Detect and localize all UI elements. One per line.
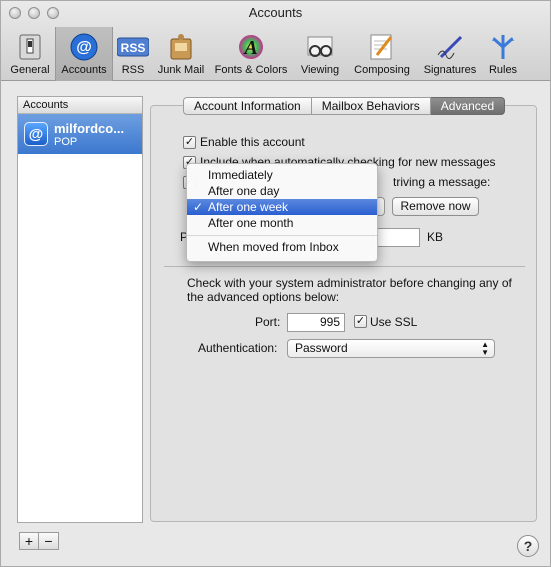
add-account-button[interactable]: + xyxy=(19,532,39,550)
rss-icon: RSS xyxy=(117,32,149,62)
toolbar-label: Viewing xyxy=(300,64,340,76)
preferences-window: Accounts General @ Accounts RSS RSS Junk… xyxy=(0,0,551,567)
title-toolbar: Accounts General @ Accounts RSS RSS Junk… xyxy=(1,1,550,81)
signature-pen-icon xyxy=(434,32,466,62)
port-label: Port: xyxy=(255,315,281,329)
svg-text:RSS: RSS xyxy=(121,41,146,55)
updown-arrows-icon: ▲ ▼ xyxy=(481,340,489,357)
use-ssl-label: Use SSL xyxy=(370,315,418,329)
authentication-value: Password xyxy=(295,341,348,355)
remove-account-button[interactable]: − xyxy=(39,532,59,550)
remove-now-button[interactable]: Remove now xyxy=(392,197,479,216)
toolbar-rss[interactable]: RSS RSS xyxy=(113,27,153,81)
svg-text:A: A xyxy=(242,37,257,59)
menu-item-after-one-month[interactable]: After one month xyxy=(187,215,377,231)
toolbar-signatures[interactable]: Signatures xyxy=(417,27,483,81)
tab-account-information[interactable]: Account Information xyxy=(183,97,312,115)
toolbar-rules[interactable]: Rules xyxy=(483,27,523,81)
toolbar-label: Junk Mail xyxy=(157,64,205,76)
size-unit-label: KB xyxy=(427,230,444,244)
menu-item-label: When moved from Inbox xyxy=(208,240,339,254)
toolbar-fonts-colors[interactable]: A Fonts & Colors xyxy=(209,27,293,81)
account-name: milfordco... xyxy=(54,120,125,136)
rules-arrows-icon xyxy=(487,32,519,62)
svg-text:@: @ xyxy=(76,39,92,56)
toolbar-label: Fonts & Colors xyxy=(214,64,288,76)
font-palette-icon: A xyxy=(235,32,267,62)
tab-bar: Account Information Mailbox Behaviors Ad… xyxy=(183,97,506,115)
enable-account-label: Enable this account xyxy=(200,135,305,149)
toolbar-junk-mail[interactable]: Junk Mail xyxy=(153,27,209,81)
help-button[interactable]: ? xyxy=(517,535,539,557)
toolbar-general[interactable]: General xyxy=(5,27,55,81)
at-icon: @ xyxy=(68,32,100,62)
remove-copy-label: triving a message: xyxy=(393,175,491,189)
toolbar-label: RSS xyxy=(121,64,145,76)
menu-item-after-one-week[interactable]: ✓ After one week xyxy=(187,199,377,215)
menu-item-label: After one week xyxy=(208,200,289,214)
junk-bin-icon xyxy=(165,32,197,62)
toolbar-label: Rules xyxy=(488,64,518,76)
menu-item-when-moved-from-inbox[interactable]: When moved from Inbox xyxy=(187,239,377,255)
tab-mailbox-behaviors[interactable]: Mailbox Behaviors xyxy=(311,97,431,115)
account-buttons: + − xyxy=(19,532,59,550)
at-icon: @ xyxy=(24,122,48,146)
window-title: Accounts xyxy=(248,5,303,20)
message-size-field[interactable] xyxy=(373,228,420,247)
glasses-icon xyxy=(304,32,336,62)
section-divider xyxy=(164,266,525,267)
menu-separator xyxy=(187,235,377,236)
authentication-label: Authentication: xyxy=(198,341,278,355)
toolbar-label: Accounts xyxy=(61,64,107,76)
accounts-sidebar: Accounts @ milfordco... POP xyxy=(17,96,143,523)
toolbar-viewing[interactable]: Viewing xyxy=(293,27,347,81)
use-ssl-checkbox[interactable]: ✓ xyxy=(354,315,367,328)
toolbar-accounts[interactable]: @ Accounts xyxy=(55,27,113,81)
tab-advanced[interactable]: Advanced xyxy=(430,97,506,115)
checkmark-icon: ✓ xyxy=(193,200,204,214)
remove-after-menu: Immediately After one day ✓ After one wee… xyxy=(186,163,378,262)
switch-icon xyxy=(14,32,46,62)
port-field[interactable]: 995 xyxy=(287,313,345,332)
menu-item-immediately[interactable]: Immediately xyxy=(187,167,377,183)
pencil-note-icon xyxy=(366,32,398,62)
toolbar-label: Composing xyxy=(354,64,410,76)
admin-note: Check with your system administrator bef… xyxy=(187,276,512,304)
account-row[interactable]: @ milfordco... POP xyxy=(18,114,142,154)
preferences-toolbar: General @ Accounts RSS RSS Junk Mail A F… xyxy=(5,27,523,81)
sidebar-header: Accounts xyxy=(18,97,142,114)
menu-item-after-one-day[interactable]: After one day xyxy=(187,183,377,199)
toolbar-composing[interactable]: Composing xyxy=(347,27,417,81)
toolbar-label: Signatures xyxy=(423,64,477,76)
menu-item-label: Immediately xyxy=(208,168,273,182)
toolbar-label: General xyxy=(10,64,50,76)
authentication-select[interactable]: Password ▲ ▼ xyxy=(287,339,495,358)
menu-item-label: After one day xyxy=(208,184,280,198)
menu-item-label: After one month xyxy=(208,216,294,230)
account-type: POP xyxy=(54,135,78,148)
enable-account-checkbox[interactable]: ✓ xyxy=(183,136,196,149)
